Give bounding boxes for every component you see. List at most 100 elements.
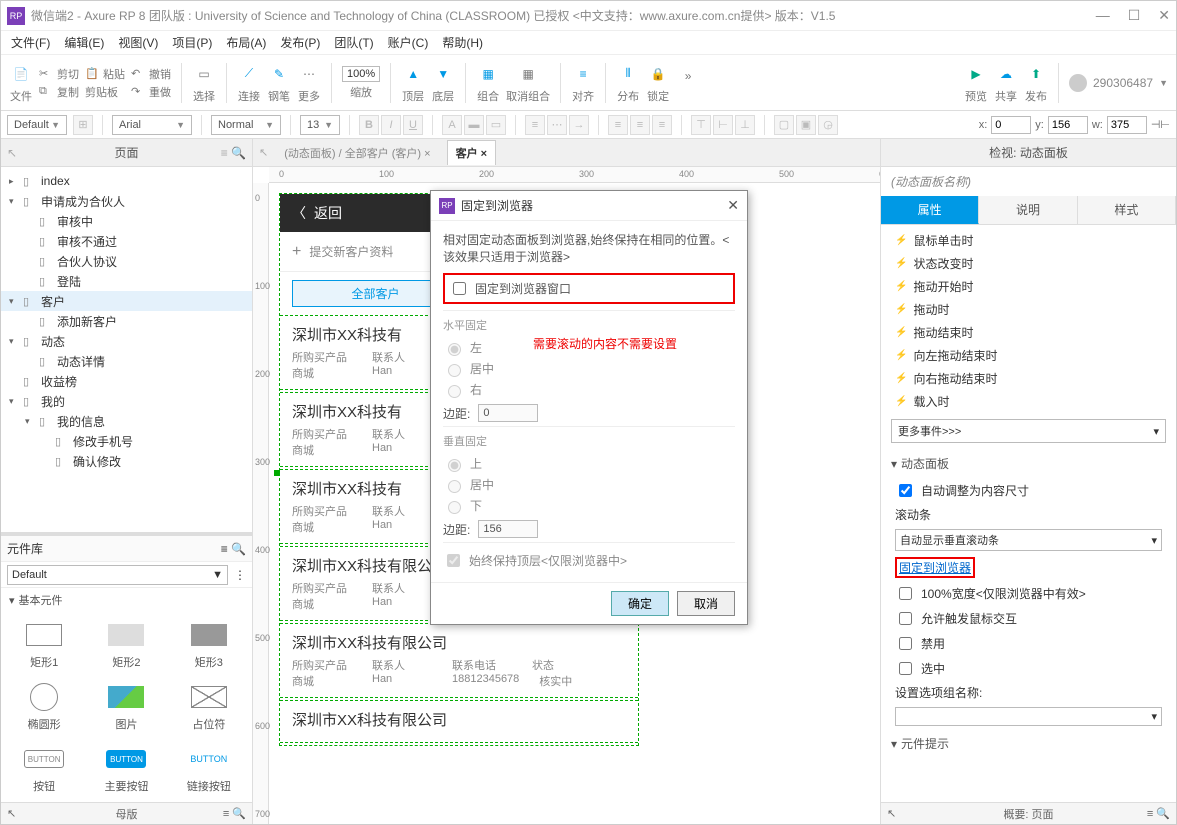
section-tooltip[interactable]: ▾元件提示 — [881, 729, 1176, 758]
collapse-icon[interactable]: ↖ — [7, 807, 16, 820]
toolbar-pen[interactable]: ✎钢笔 — [267, 62, 291, 104]
more-events[interactable]: 更多事件>>>▾ — [891, 419, 1166, 443]
back-icon[interactable]: 〈 — [292, 203, 306, 223]
tab-notes[interactable]: 说明 — [979, 196, 1077, 224]
tab-panel-state[interactable]: (动态面板) / 全部客户 (客户) × — [276, 141, 438, 165]
toolbar-overflow[interactable]: » — [676, 64, 700, 102]
radio-top[interactable]: 上 — [443, 453, 735, 474]
style-manage-icon[interactable]: ⊞ — [73, 115, 93, 135]
section-dynamic-panel[interactable]: ▾动态面板 — [881, 449, 1176, 478]
v-margin-input[interactable] — [478, 520, 538, 538]
menu-item[interactable]: 文件(F) — [5, 32, 56, 53]
toolbar-distribute[interactable]: ⫴分布 — [616, 62, 640, 104]
tab-properties[interactable]: 属性 — [881, 196, 979, 224]
tree-node[interactable]: ▾▯我的信息 — [1, 411, 252, 431]
panel-name-field[interactable]: (动态面板名称) — [881, 167, 1176, 196]
y-input[interactable] — [1048, 116, 1088, 134]
menu-item[interactable]: 发布(P) — [274, 32, 326, 53]
minimize-button[interactable]: — — [1096, 7, 1110, 24]
align-right-button[interactable]: ≡ — [652, 115, 672, 135]
corners-button[interactable]: ◶ — [818, 115, 838, 135]
customer-card[interactable]: 深圳市XX科技有限公司所购买产品联系人联系电话状态商城Han1881234567… — [280, 623, 638, 698]
tab-customer[interactable]: 客户 × — [447, 140, 497, 165]
outline-panel-tab[interactable]: ↖概要: 页面≡ 🔍 — [881, 802, 1176, 824]
library-section[interactable]: ▾基本元件 — [1, 588, 252, 612]
link-icon[interactable]: ⊣⊢ — [1151, 118, 1170, 131]
inner-button[interactable]: ▣ — [796, 115, 816, 135]
tree-node[interactable]: ▯动态详情 — [1, 351, 252, 371]
toolbar-group[interactable]: ▦组合 — [476, 62, 500, 104]
tree-node[interactable]: ▯收益榜 — [1, 371, 252, 391]
event-item[interactable]: ⚡向右拖动结束时 — [881, 367, 1176, 390]
bold-button[interactable]: B — [359, 115, 379, 135]
h-margin-input[interactable] — [478, 404, 538, 422]
autosize-checkbox[interactable]: 自动调整为内容尺寸 — [881, 478, 1176, 503]
tab-style[interactable]: 样式 — [1078, 196, 1176, 224]
menu-item[interactable]: 编辑(E) — [58, 32, 110, 53]
toolbar-preview[interactable]: ▶预览 — [964, 62, 988, 104]
event-item[interactable]: ⚡状态改变时 — [881, 252, 1176, 275]
toolbar-paste[interactable]: 📋粘贴 — [85, 66, 125, 82]
radio-hcenter[interactable]: 居中 — [443, 358, 735, 379]
tree-node[interactable]: ▯审核不通过 — [1, 231, 252, 251]
option-group-select[interactable]: ▾ — [895, 707, 1162, 726]
toolbar-select[interactable]: ▭选择 — [192, 62, 216, 104]
menu-item[interactable]: 项目(P) — [166, 32, 218, 53]
toolbar-copy[interactable]: ⧉复制 — [39, 84, 79, 100]
cancel-button[interactable]: 取消 — [677, 591, 735, 616]
shape-ellipse[interactable]: 椭圆形 — [5, 678, 83, 736]
tree-node[interactable]: ▸▯index — [1, 171, 252, 191]
library-options-icon[interactable]: ⋮ — [234, 568, 246, 582]
italic-button[interactable]: I — [381, 115, 401, 135]
collapse-icon[interactable]: ↖ — [7, 146, 17, 160]
toolbar-connect[interactable]: ⟋连接 — [237, 62, 261, 104]
toolbar-publish[interactable]: ⬆发布 — [1024, 62, 1048, 104]
event-item[interactable]: ⚡鼠标单击时 — [881, 229, 1176, 252]
shape-rectg[interactable]: 矩形2 — [87, 616, 165, 674]
radio-bottom[interactable]: 下 — [443, 495, 735, 516]
style-select[interactable]: Default▼ — [7, 115, 67, 135]
event-item[interactable]: ⚡拖动开始时 — [881, 275, 1176, 298]
panel-menu-icon[interactable]: ≡ 🔍 — [221, 146, 246, 160]
tab-nav-icon[interactable]: ↖ — [259, 146, 268, 159]
underline-button[interactable]: U — [403, 115, 423, 135]
toolbar-bottom[interactable]: ▼底层 — [431, 62, 455, 104]
event-item[interactable]: ⚡向左拖动结束时 — [881, 344, 1176, 367]
shape-btn2[interactable]: BUTTON主要按钮 — [87, 740, 165, 798]
valign-top-button[interactable]: ⊤ — [691, 115, 711, 135]
tree-node[interactable]: ▾▯我的 — [1, 391, 252, 411]
outer-button[interactable]: ▢ — [774, 115, 794, 135]
toolbar-share[interactable]: ☁共享 — [994, 62, 1018, 104]
border-color-button[interactable]: ▭ — [486, 115, 506, 135]
shape-rectd[interactable]: 矩形3 — [170, 616, 248, 674]
shape-placeholder[interactable]: 占位符 — [170, 678, 248, 736]
tree-node[interactable]: ▯修改手机号 — [1, 431, 252, 451]
selected-checkbox[interactable]: 选中 — [881, 656, 1176, 681]
text-color-button[interactable]: A — [442, 115, 462, 135]
size-select[interactable]: 13▼ — [300, 115, 340, 135]
ok-button[interactable]: 确定 — [611, 591, 669, 616]
maximize-button[interactable]: ☐ — [1128, 7, 1141, 24]
shape-image[interactable]: 图片 — [87, 678, 165, 736]
scrollbar-select[interactable]: 自动显示垂直滚动条▾ — [895, 529, 1162, 551]
user-account[interactable]: 290306487▼ — [1069, 74, 1168, 92]
toolbar-ungroup[interactable]: ▦取消组合 — [506, 62, 550, 104]
tab-close-icon[interactable]: × — [481, 148, 487, 160]
align-left-button[interactable]: ≡ — [608, 115, 628, 135]
fill-color-button[interactable]: ▬ — [464, 115, 484, 135]
weight-select[interactable]: Normal▼ — [211, 115, 281, 135]
event-item[interactable]: ⚡拖动时 — [881, 298, 1176, 321]
shape-btn1[interactable]: BUTTON按钮 — [5, 740, 83, 798]
customer-card[interactable]: 深圳市XX科技有限公司 — [280, 700, 638, 743]
pin-checkbox[interactable]: 固定到浏览器窗口 — [443, 273, 735, 304]
toolbar-lock[interactable]: 🔒锁定 — [646, 62, 670, 104]
tree-node[interactable]: ▾▯动态 — [1, 331, 252, 351]
border-style-button[interactable]: ⋯ — [547, 115, 567, 135]
menu-item[interactable]: 视图(V) — [112, 32, 164, 53]
masters-panel-tab[interactable]: ↖母版≡ 🔍 — [1, 802, 252, 824]
library-select[interactable]: Default▼ — [7, 565, 228, 585]
tree-node[interactable]: ▯登陆 — [1, 271, 252, 291]
library-menu-icon[interactable]: ≡ 🔍 — [221, 542, 246, 556]
trigger-mouse-checkbox[interactable]: 允许触发鼠标交互 — [881, 606, 1176, 631]
tab-close-icon[interactable]: × — [424, 148, 430, 160]
